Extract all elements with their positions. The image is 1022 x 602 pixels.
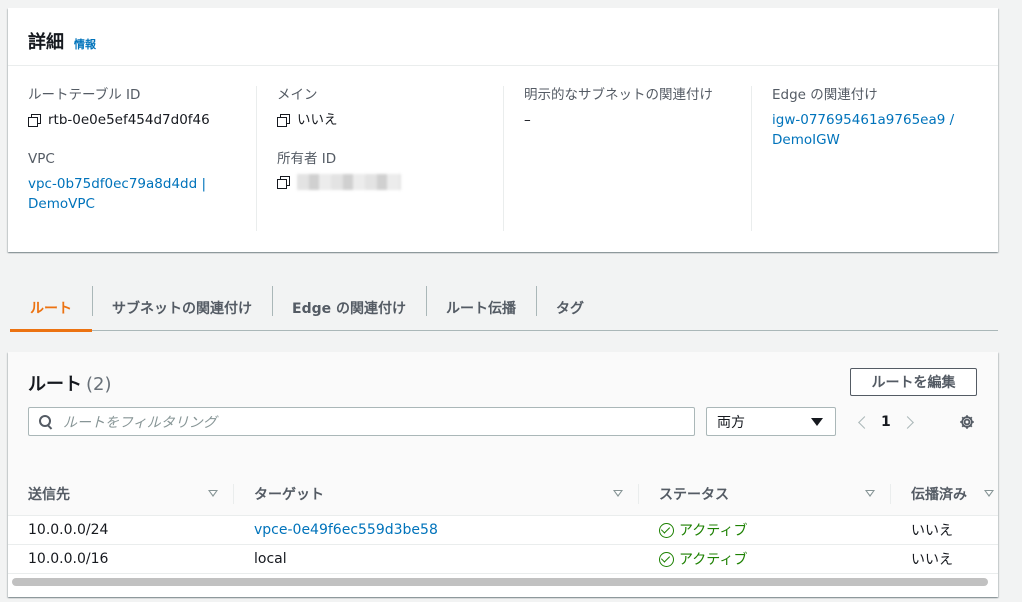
column-header-propagated[interactable]: 伝播済み [891,472,998,516]
column-header-destination[interactable]: 送信先 [8,472,234,516]
main-label: メイン [277,87,318,103]
vpc-label: VPC [28,151,55,167]
routes-panel: ルート (2) ルートを編集 ルートをフィルタリング 両方 1 送信先 ターゲッ… [8,352,998,597]
edge-link-line1[interactable]: igw-077695461a9765ea9 / [772,110,998,130]
vpc-link-line2[interactable]: DemoVPC [28,194,256,214]
owner-id-label: 所有者 ID [277,151,337,167]
details-col-2: メイン いいえ 所有者 ID [256,86,503,231]
tab-subnet-associations[interactable]: サブネットの関連付け [92,286,272,330]
main-value: いいえ [297,112,338,128]
target-cell: local [254,551,287,567]
routes-count: (2) [86,374,112,395]
column-header-label: ターゲット [254,487,324,503]
chevron-left-icon[interactable] [858,415,871,429]
destination-cell: 10.0.0.0/24 [28,522,109,538]
column-header-label: ステータス [659,487,729,503]
chevron-right-icon[interactable] [900,415,914,429]
table-row[interactable]: 10.0.0.0/16 local アクティブ いいえ [8,545,998,574]
edit-routes-button[interactable]: ルートを編集 [850,368,977,396]
vpc-link[interactable]: vpc-0b75df0ec79a8d4dd | DemoVPC [28,174,256,214]
copy-icon[interactable] [28,113,41,127]
copy-icon[interactable] [277,175,290,189]
details-col-1: ルートテーブル ID rtb-0e0e5ef454d7d0f46 VPC vpc… [8,86,256,231]
routes-title-text: ルート [28,374,82,395]
details-col-3: 明示的なサブネットの関連付け – [503,86,751,231]
sort-icon[interactable] [613,490,623,497]
search-icon [39,414,53,429]
target-link[interactable]: vpce-0e49f6ec559d3be58 [234,516,639,544]
details-panel: 詳細 情報 ルートテーブル ID rtb-0e0e5ef454d7d0f46 V… [8,8,998,252]
vpc-link-line1[interactable]: vpc-0b75df0ec79a8d4dd | [28,174,256,194]
details-title: 詳細 [28,32,64,53]
column-header-label: 伝播済み [911,487,967,503]
info-link[interactable]: 情報 [74,36,96,52]
tab-routes[interactable]: ルート [10,286,92,332]
route-table-id-label: ルートテーブル ID [28,87,141,103]
check-circle-icon [659,551,674,567]
status-text: アクティブ [679,523,748,539]
pagination: 1 [856,410,916,434]
filter-select[interactable]: 両方 [706,407,836,436]
table-header: 送信先 ターゲット ステータス 伝播済み [8,472,998,516]
edge-association-label: Edge の関連付け [772,87,878,103]
horizontal-scrollbar[interactable] [12,578,988,586]
route-table-id-value: rtb-0e0e5ef454d7d0f46 [48,112,210,128]
route-filter-placeholder: ルートをフィルタリング [63,414,217,431]
column-header-target[interactable]: ターゲット [234,472,639,516]
route-filter-input[interactable]: ルートをフィルタリング [28,407,695,436]
status-text: アクティブ [679,552,748,568]
status-badge: アクティブ [659,520,747,540]
edge-link-line2[interactable]: DemoIGW [772,130,998,150]
routes-title: ルート (2) [28,370,112,396]
table-row[interactable]: 10.0.0.0/24 vpce-0e49f6ec559d3be58 アクティブ… [8,516,998,545]
propagated-cell: いいえ [911,552,953,568]
destination-cell: 10.0.0.0/16 [28,551,109,567]
caret-down-icon [811,418,823,426]
tab-edge-associations[interactable]: Edge の関連付け [272,286,426,330]
sort-icon[interactable] [984,490,994,497]
propagated-cell: いいえ [911,523,953,539]
tab-route-propagation[interactable]: ルート伝播 [425,286,536,330]
sort-icon[interactable] [865,490,875,497]
details-header: 詳細 情報 [8,8,998,66]
tab-bar: ルート サブネットの関連付け Edge の関連付け ルート伝播 タグ [10,286,998,332]
explicit-subnet-label: 明示的なサブネットの関連付け [524,87,713,103]
edge-link[interactable]: igw-077695461a9765ea9 / DemoIGW [772,110,998,150]
details-col-4: Edge の関連付け igw-077695461a9765ea9 / DemoI… [751,86,998,231]
sort-icon[interactable] [208,490,218,497]
copy-icon[interactable] [277,113,290,127]
gear-icon[interactable] [959,414,975,430]
owner-id-redacted [297,174,401,190]
filter-select-value: 両方 [717,414,745,431]
page-number[interactable]: 1 [881,414,891,430]
tab-tags[interactable]: タグ [535,286,604,330]
check-circle-icon [659,522,674,538]
column-header-label: 送信先 [28,487,70,503]
routes-table: 送信先 ターゲット ステータス 伝播済み 10.0.0.0/24 vpce-0e… [8,472,998,574]
column-header-status[interactable]: ステータス [639,472,891,516]
explicit-subnet-value: – [524,112,531,128]
status-badge: アクティブ [659,549,747,569]
